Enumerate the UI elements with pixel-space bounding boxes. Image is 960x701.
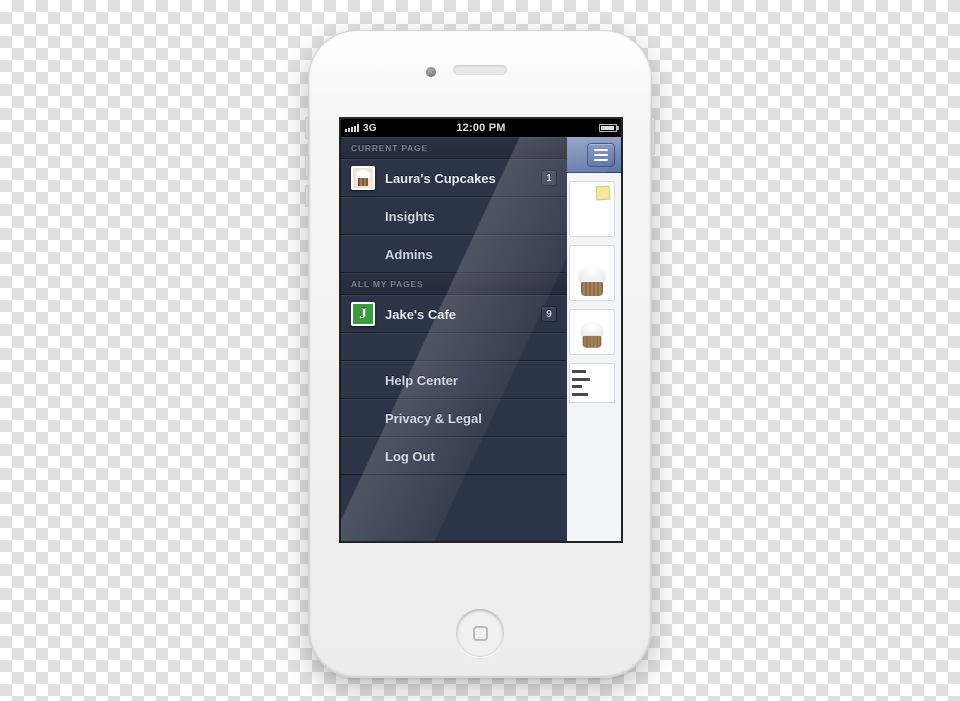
drawer-item-admins[interactable]: Admins (341, 235, 567, 273)
drawer-item-label: Log Out (385, 449, 435, 464)
drawer-item-label: Help Center (385, 373, 458, 388)
drawer-item-label: Insights (385, 209, 435, 224)
section-header-all-my-pages: ALL MY PAGES (341, 273, 567, 295)
cupcake-image (577, 266, 607, 296)
volume-down-button (305, 185, 309, 207)
drawer-item-label: Privacy & Legal (385, 411, 482, 426)
main-content-peek[interactable] (563, 137, 621, 541)
status-bar: 3G 12:00 PM (341, 119, 621, 137)
drawer-page-lauras-cupcakes[interactable]: Laura's Cupcakes 1 (341, 159, 567, 197)
page-thumbnail (351, 166, 375, 190)
drawer-spacer (341, 333, 567, 361)
app-viewport: CURRENT PAGE Laura's Cupcakes 1 Insights… (341, 137, 621, 541)
earpiece-speaker (453, 65, 507, 75)
screen: 3G 12:00 PM (339, 117, 623, 543)
drawer-item-label: Laura's Cupcakes (385, 171, 496, 186)
notification-badge: 9 (541, 306, 557, 322)
menu-button[interactable] (587, 143, 615, 167)
sticky-note-icon (596, 186, 611, 201)
battery-icon (599, 124, 617, 132)
feed-text-preview (569, 363, 615, 403)
nav-bar (563, 137, 621, 173)
home-button[interactable] (456, 609, 504, 657)
cupcake-image (579, 322, 605, 348)
side-drawer: CURRENT PAGE Laura's Cupcakes 1 Insights… (341, 137, 567, 541)
power-button (651, 117, 655, 155)
section-header-current-page: CURRENT PAGE (341, 137, 567, 159)
page-thumbnail: J (351, 302, 375, 326)
front-camera (426, 67, 436, 77)
drawer-item-insights[interactable]: Insights (341, 197, 567, 235)
notification-badge: 1 (541, 170, 557, 186)
drawer-item-label: Jake's Cafe (385, 307, 456, 322)
drawer-item-help-center[interactable]: Help Center (341, 361, 567, 399)
drawer-item-label: Admins (385, 247, 433, 262)
phone-frame: 3G 12:00 PM (308, 30, 652, 678)
home-icon (473, 626, 488, 641)
drawer-item-log-out[interactable]: Log Out (341, 437, 567, 475)
feed-card (569, 309, 615, 355)
mute-switch (305, 117, 309, 139)
volume-up-button (305, 155, 309, 177)
clock-label: 12:00 PM (341, 122, 621, 134)
feed-card (569, 245, 615, 301)
drawer-page-jakes-cafe[interactable]: J Jake's Cafe 9 (341, 295, 567, 333)
drawer-item-privacy-legal[interactable]: Privacy & Legal (341, 399, 567, 437)
feed-card (569, 181, 615, 237)
